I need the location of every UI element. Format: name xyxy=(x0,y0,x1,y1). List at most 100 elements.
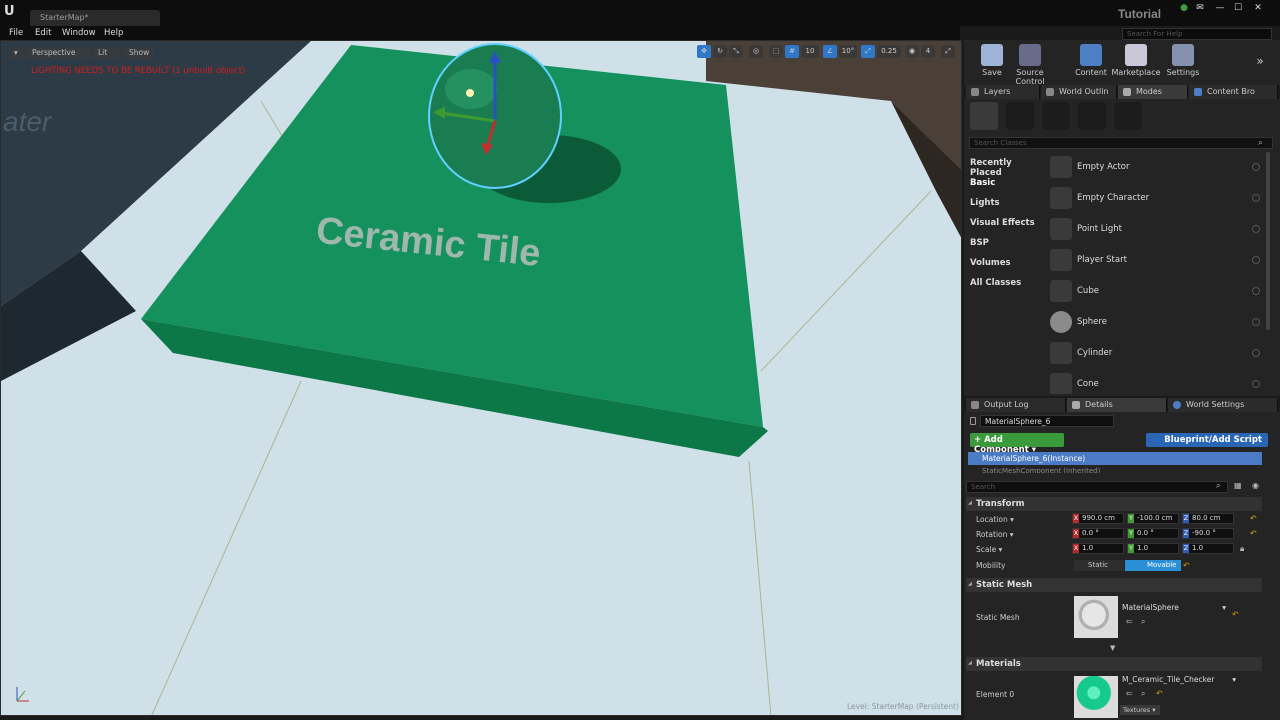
place-mode-icon[interactable] xyxy=(970,102,998,130)
material-combo[interactable]: M_Ceramic_Tile_Checker ▾ xyxy=(1122,675,1236,686)
list-item[interactable]: Sphere xyxy=(1048,309,1268,337)
add-component-button[interactable]: + Add Component ▾ xyxy=(970,433,1064,455)
materials-header[interactable]: Materials xyxy=(966,657,1262,671)
details-search-input[interactable]: Search xyxy=(966,481,1228,493)
reset-location-icon[interactable]: ↶ xyxy=(1250,514,1257,523)
location-label[interactable]: Location ▾ xyxy=(976,515,1014,524)
rotation-z-field[interactable]: Z -90.0 ° xyxy=(1182,528,1234,539)
use-selected-icon[interactable]: ⇐ xyxy=(1126,689,1133,698)
grid-snap-icon[interactable]: # xyxy=(785,45,799,58)
static-mesh-header[interactable]: Static Mesh xyxy=(966,578,1262,592)
info-icon[interactable] xyxy=(1252,287,1260,295)
marketplace-button[interactable]: Marketplace xyxy=(1110,44,1162,84)
info-icon[interactable] xyxy=(1252,380,1260,388)
feedback-icon[interactable]: ✉ xyxy=(1192,3,1208,17)
category-lights[interactable]: Lights xyxy=(970,198,1000,208)
rotation-snap-icon[interactable]: ∠ xyxy=(823,45,837,58)
location-y-field[interactable]: Y -100.0 cm xyxy=(1127,513,1179,524)
info-icon[interactable] xyxy=(1252,194,1260,202)
component-instance-row[interactable]: MaterialSphere_6(Instance) xyxy=(968,452,1262,465)
eye-icon[interactable]: ◉ xyxy=(1252,481,1259,490)
category-visual-effects[interactable]: Visual Effects xyxy=(970,218,1035,228)
category-basic[interactable]: Basic xyxy=(970,178,995,188)
landscape-mode-icon[interactable] xyxy=(1042,102,1070,130)
lit-button[interactable]: Lit xyxy=(93,47,121,59)
tab-world-outliner[interactable]: World Outlin xyxy=(1041,85,1117,99)
scale-snap-icon[interactable]: ⤢ xyxy=(861,45,875,58)
search-classes-input[interactable]: Search Classes xyxy=(969,137,1273,149)
use-selected-icon[interactable]: ⇐ xyxy=(1126,617,1133,626)
geometry-mode-icon[interactable] xyxy=(1114,102,1142,130)
menu-window[interactable]: Window xyxy=(62,28,96,38)
list-item[interactable]: Empty Actor xyxy=(1048,154,1268,182)
location-z-field[interactable]: Z 80.0 cm xyxy=(1182,513,1234,524)
category-recently-placed[interactable]: Recently Placed xyxy=(970,158,1044,178)
rotation-x-field[interactable]: X 0.0 ° xyxy=(1072,528,1124,539)
rotation-y-field[interactable]: Y 0.0 ° xyxy=(1127,528,1179,539)
static-mesh-combo[interactable]: MaterialSphere ▾ xyxy=(1122,603,1226,614)
search-help-input[interactable]: Search For Help xyxy=(1122,28,1272,40)
transform-header[interactable]: Transform xyxy=(966,497,1262,511)
close-button[interactable]: ✕ xyxy=(1250,3,1266,17)
actor-name-field[interactable]: MaterialSphere_6 xyxy=(980,415,1114,427)
info-icon[interactable] xyxy=(1252,349,1260,357)
textures-dropdown[interactable]: Textures ▾ xyxy=(1120,705,1160,715)
list-item[interactable]: Player Start xyxy=(1048,247,1268,275)
camera-speed-icon[interactable]: ◉ xyxy=(905,45,919,58)
search-icon[interactable]: ⌕ xyxy=(1258,138,1263,148)
paint-mode-icon[interactable] xyxy=(1006,102,1034,130)
reset-material-icon[interactable]: ↶ xyxy=(1156,689,1163,698)
scale-label[interactable]: Scale ▾ xyxy=(976,545,1002,554)
class-list-scrollbar[interactable] xyxy=(1266,152,1270,330)
rotation-snap-value[interactable]: 10° xyxy=(839,45,857,58)
translate-tool-icon[interactable]: ✥ xyxy=(697,45,711,58)
scale-z-field[interactable]: Z 1.0 xyxy=(1182,543,1234,554)
tab-details[interactable]: Details xyxy=(1067,398,1167,412)
reset-mobility-icon[interactable]: ↶ xyxy=(1183,561,1190,570)
browse-icon[interactable]: ⌕ xyxy=(1141,689,1145,699)
list-item[interactable]: Point Light xyxy=(1048,216,1268,244)
viewport-scene[interactable]: Ceramic Tile ater xyxy=(1,41,962,716)
maximize-viewport-icon[interactable]: ⤢ xyxy=(941,45,955,58)
list-item[interactable]: Cube xyxy=(1048,278,1268,306)
reset-rotation-icon[interactable]: ↶ xyxy=(1250,529,1257,538)
tab-layers[interactable]: Layers xyxy=(966,85,1040,99)
settings-button[interactable]: Settings xyxy=(1158,44,1208,84)
surface-snap-icon[interactable]: ⬚ xyxy=(769,45,783,58)
property-matrix-icon[interactable]: ▦ xyxy=(1234,481,1242,490)
rotation-label[interactable]: Rotation ▾ xyxy=(976,530,1014,539)
reset-static-mesh-icon[interactable]: ↶ xyxy=(1232,610,1239,619)
blueprint-add-script-button[interactable]: Blueprint/Add Script xyxy=(1146,433,1268,447)
mobility-static-button[interactable]: Static xyxy=(1074,560,1124,571)
category-volumes[interactable]: Volumes xyxy=(970,258,1011,268)
scale-snap-value[interactable]: 0.25 xyxy=(877,45,901,58)
source-control-button[interactable]: Source Control xyxy=(1004,44,1056,86)
component-sub-row[interactable]: StaticMeshComponent (Inherited) xyxy=(968,467,1262,473)
lock-icon[interactable] xyxy=(970,417,976,425)
scale-tool-icon[interactable]: ⤡ xyxy=(729,45,743,58)
list-item[interactable]: Cone xyxy=(1048,371,1268,394)
location-x-field[interactable]: X 990.0 cm xyxy=(1072,513,1124,524)
category-bsp[interactable]: BSP xyxy=(970,238,989,248)
notification-icon[interactable]: ● xyxy=(1176,3,1192,17)
menu-file[interactable]: File xyxy=(9,28,23,38)
expand-advanced-icon[interactable]: ▼ xyxy=(1110,644,1115,652)
menu-help[interactable]: Help xyxy=(104,28,123,38)
info-icon[interactable] xyxy=(1252,256,1260,264)
browse-icon[interactable]: ⌕ xyxy=(1141,617,1145,627)
rotate-tool-icon[interactable]: ↻ xyxy=(713,45,727,58)
camera-speed-value[interactable]: 4 xyxy=(921,45,935,58)
static-mesh-thumbnail[interactable] xyxy=(1074,596,1118,638)
level-tab[interactable]: StarterMap* xyxy=(30,10,160,26)
menu-edit[interactable]: Edit xyxy=(35,28,51,38)
level-viewport[interactable]: Ceramic Tile ater ▾ Perspective Lit Show… xyxy=(0,40,962,716)
list-item[interactable]: Cylinder xyxy=(1048,340,1268,368)
info-icon[interactable] xyxy=(1252,318,1260,326)
tab-output-log[interactable]: Output Log xyxy=(966,398,1066,412)
viewport-options-button[interactable]: ▾ xyxy=(9,47,25,59)
info-icon[interactable] xyxy=(1252,225,1260,233)
scale-y-field[interactable]: Y 1.0 xyxy=(1127,543,1179,554)
list-item[interactable]: Empty Character xyxy=(1048,185,1268,213)
world-space-icon[interactable]: ◎ xyxy=(749,45,763,58)
show-button[interactable]: Show xyxy=(124,47,154,59)
